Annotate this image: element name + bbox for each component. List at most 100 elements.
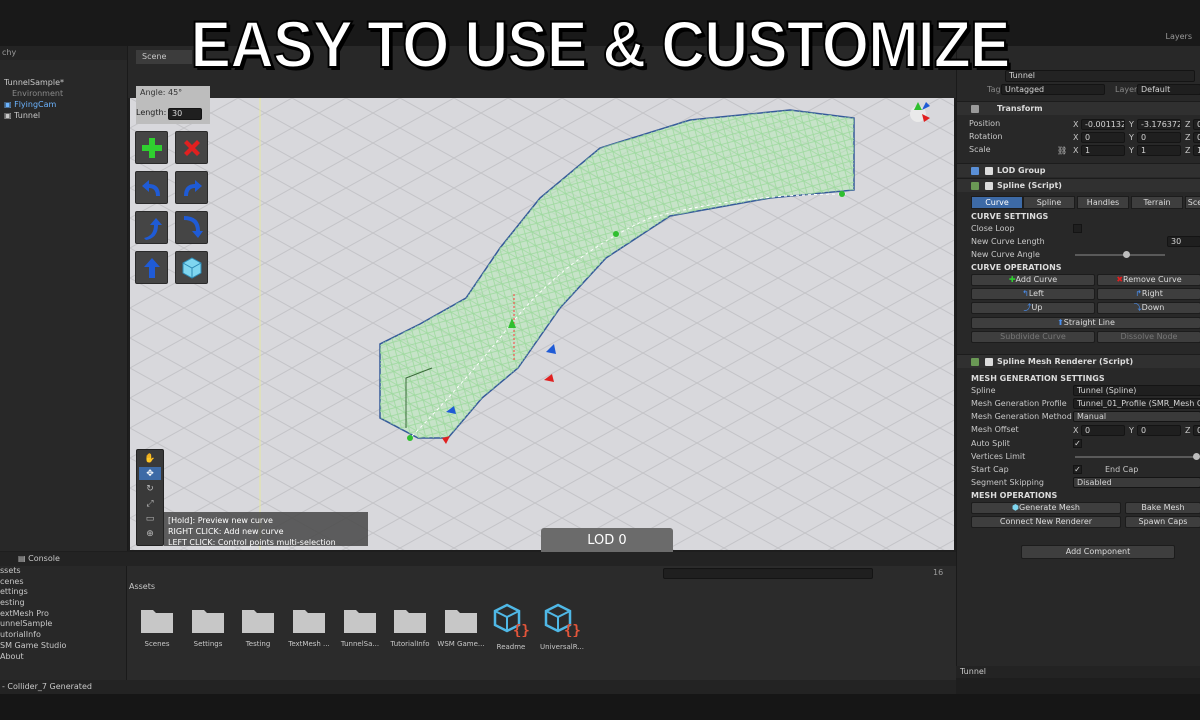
new-curve-length-field[interactable]: 30 (1167, 236, 1200, 247)
asset-folder[interactable]: Scenes (132, 606, 182, 648)
transform-tool-icon[interactable]: ⊕ (139, 527, 161, 540)
generate-mesh-tool-button[interactable] (175, 251, 208, 284)
subdivide-curve-button[interactable]: Subdivide Curve (971, 331, 1095, 343)
dissolve-node-button[interactable]: Dissolve Node (1097, 331, 1200, 343)
spline-enabled-checkbox[interactable] (985, 182, 993, 190)
add-curve-label: Add Curve (1015, 275, 1058, 284)
link-icon[interactable]: ⛓ (1057, 146, 1067, 155)
spawn-caps-button[interactable]: Spawn Caps (1125, 516, 1200, 528)
position-x-field[interactable]: -0.001132 (1081, 119, 1125, 130)
tab-terrain[interactable]: Terrain (1131, 196, 1183, 209)
scale-x-field[interactable]: 1 (1081, 145, 1125, 156)
asset-folder[interactable]: Settings (183, 606, 233, 648)
segment-skipping-dropdown[interactable]: Disabled (1073, 477, 1200, 488)
vertices-limit-slider-handle[interactable] (1193, 453, 1200, 460)
lod-group-enabled-checkbox[interactable] (985, 167, 993, 175)
up-button[interactable]: ⤴Up (971, 302, 1095, 314)
asset-folder[interactable]: TutorialInfo (385, 606, 435, 648)
remove-curve-tool-button[interactable] (175, 131, 208, 164)
remove-curve-button[interactable]: ✖Remove Curve (1097, 274, 1200, 286)
add-curve-button[interactable]: ✚Add Curve (971, 274, 1095, 286)
inspector-footer: Tunnel (956, 666, 1200, 678)
mesh-profile-label: Mesh Generation Profile (971, 399, 1067, 408)
new-curve-angle-slider-track[interactable] (1075, 254, 1165, 256)
straight-tool-button[interactable] (135, 251, 168, 284)
tag-dropdown[interactable]: Untagged (1001, 84, 1105, 95)
hand-tool-icon[interactable]: ✋ (139, 452, 161, 465)
tree-item[interactable]: ettings (0, 587, 126, 598)
asset-folder[interactable]: Testing (233, 606, 283, 648)
move-tool-icon[interactable]: ✥ (139, 467, 161, 480)
scale-tool-icon[interactable]: ⤢ (139, 497, 161, 510)
vertices-limit-slider-track[interactable] (1075, 456, 1197, 458)
rotate-tool-icon[interactable]: ↻ (139, 482, 161, 495)
rect-tool-icon[interactable]: ▭ (139, 512, 161, 525)
start-cap-checkbox[interactable]: ✓ (1073, 465, 1082, 474)
add-component-button[interactable]: Add Component (1021, 545, 1175, 559)
curve-down-arrow-icon: ⤵ (1133, 303, 1142, 312)
turn-left-tool-button[interactable] (135, 171, 168, 204)
hierarchy-item-tunnel[interactable]: ▣ Tunnel (0, 110, 127, 121)
mesh-offset-z-field[interactable]: 0 (1193, 425, 1200, 436)
tree-item[interactable]: ssets (0, 566, 126, 577)
length-input[interactable]: 30 (168, 108, 202, 120)
asset-universal-render[interactable]: {} UniversalR... (537, 603, 587, 651)
tree-item[interactable]: About (0, 652, 126, 663)
scene-viewport[interactable] (130, 98, 954, 550)
position-z-field[interactable]: 0 (1193, 119, 1200, 130)
scale-y-field[interactable]: 1 (1137, 145, 1181, 156)
layer-dropdown[interactable]: Default (1137, 84, 1200, 95)
mesh-renderer-header[interactable]: Spline Mesh Renderer (Script) (957, 354, 1200, 368)
tab-spline[interactable]: Spline (1023, 196, 1075, 209)
right-button[interactable]: ↱Right (1097, 288, 1200, 300)
bake-mesh-button[interactable]: Bake Mesh (1125, 502, 1200, 514)
mesh-renderer-enabled-checkbox[interactable] (985, 358, 993, 366)
new-curve-angle-slider-handle[interactable] (1123, 251, 1130, 258)
script-asset-icon: {} (544, 603, 581, 639)
rotation-y-field[interactable]: 0 (1137, 132, 1181, 143)
position-y-field[interactable]: -3.176372 (1137, 119, 1181, 130)
mesh-offset-x-field[interactable]: 0 (1081, 425, 1125, 436)
tree-item[interactable]: extMesh Pro (0, 609, 126, 620)
hierarchy-item-flyingcam[interactable]: ▣ FlyingCam (0, 99, 127, 110)
hierarchy-item-environment[interactable]: Environment (0, 88, 127, 99)
turn-down-tool-button[interactable] (175, 211, 208, 244)
scale-z-field[interactable]: 1 (1193, 145, 1200, 156)
asset-folder[interactable]: TunnelSa... (335, 606, 385, 648)
close-loop-checkbox[interactable] (1073, 224, 1082, 233)
plus-icon: ✚ (1008, 275, 1016, 284)
tree-item[interactable]: esting (0, 598, 126, 609)
tab-console[interactable]: ▤ Console (18, 554, 60, 563)
rotation-z-field[interactable]: 0 (1193, 132, 1200, 143)
layers-dropdown[interactable]: Layers (1166, 32, 1192, 41)
transform-header[interactable]: Transform (957, 101, 1200, 115)
tab-curve[interactable]: Curve (971, 196, 1023, 209)
mesh-offset-y-field[interactable]: 0 (1137, 425, 1181, 436)
down-button[interactable]: ⤵Down (1097, 302, 1200, 314)
rotation-x-field[interactable]: 0 (1081, 132, 1125, 143)
tree-item[interactable]: SM Game Studio (0, 641, 126, 652)
tree-item[interactable]: unnelSample (0, 619, 126, 630)
generate-mesh-button[interactable]: ⬢Generate Mesh (971, 502, 1121, 514)
tab-scene[interactable]: Sce (1185, 196, 1200, 209)
project-search-input[interactable] (663, 568, 873, 579)
lod-group-header[interactable]: LOD Group (957, 163, 1200, 177)
asset-folder[interactable]: TextMesh ... (284, 606, 334, 648)
close-icon (183, 139, 200, 156)
tree-item[interactable]: cenes (0, 577, 126, 588)
asset-folder[interactable]: WSM Game... (436, 606, 486, 648)
tab-handles[interactable]: Handles (1077, 196, 1129, 209)
connect-new-renderer-button[interactable]: Connect New Renderer (971, 516, 1121, 528)
spline-object-field[interactable]: Tunnel (Spline) (1073, 385, 1200, 396)
left-button[interactable]: ↰Left (971, 288, 1095, 300)
turn-up-tool-button[interactable] (135, 211, 168, 244)
turn-right-tool-button[interactable] (175, 171, 208, 204)
straight-line-button[interactable]: ⬆Straight Line (971, 317, 1200, 329)
mesh-profile-field[interactable]: Tunnel_01_Profile (SMR_Mesh G (1073, 398, 1200, 409)
mesh-method-dropdown[interactable]: Manual (1073, 411, 1200, 422)
tree-item[interactable]: utorialInfo (0, 630, 126, 641)
add-curve-tool-button[interactable] (135, 131, 168, 164)
asset-readme[interactable]: {} Readme (486, 603, 536, 651)
spline-script-header[interactable]: Spline (Script) (957, 178, 1200, 192)
auto-split-checkbox[interactable]: ✓ (1073, 439, 1082, 448)
